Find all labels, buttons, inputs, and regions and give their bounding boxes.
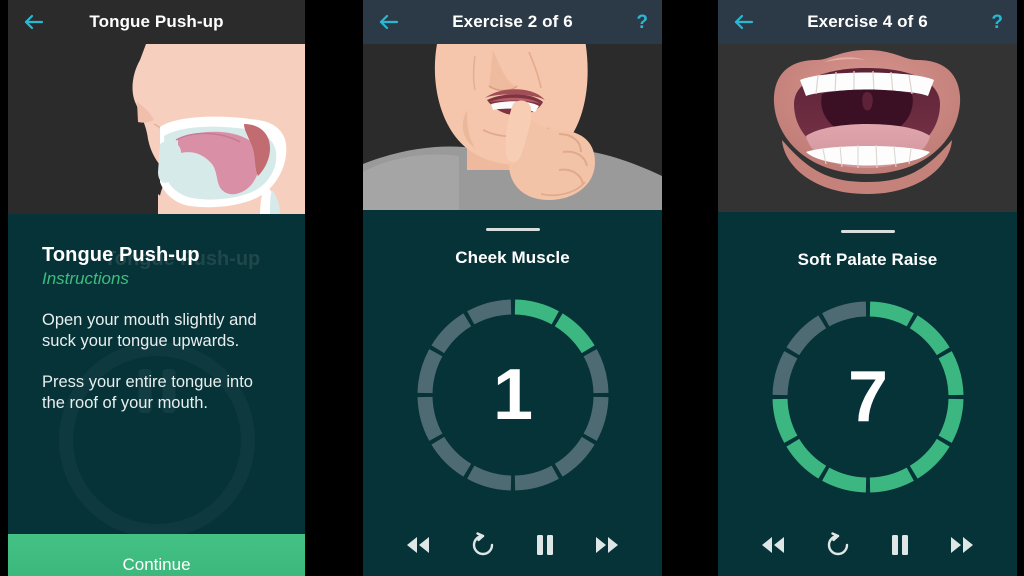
playback-controls-2 — [363, 530, 662, 560]
exercise-2-screen: Exercise 2 of 6 ? Cheek Muscle 1 — [363, 0, 662, 576]
head-profile-tongue-anatomy-illustration — [8, 44, 305, 214]
arrow-left-icon[interactable] — [22, 10, 46, 34]
timer-count: 7 — [847, 357, 888, 437]
pause-button[interactable] — [533, 532, 557, 558]
timer-count: 1 — [492, 355, 533, 435]
continue-button[interactable]: Continue — [8, 534, 305, 576]
timer-ring-4: 7 — [765, 294, 971, 500]
restart-button[interactable] — [468, 530, 498, 560]
fast-forward-button[interactable] — [947, 533, 977, 557]
rewind-button[interactable] — [758, 533, 788, 557]
exercise-title: Tongue Push-up — [42, 244, 200, 266]
arrow-left-icon[interactable] — [377, 10, 401, 34]
exercise-2-body: Cheek Muscle 1 — [363, 210, 662, 576]
exercise-4-screen: Exercise 4 of 6 ? Soft Palate Raise 7 — [718, 0, 1017, 576]
app-bar-exercise-2: Exercise 2 of 6 ? — [363, 0, 662, 44]
exercise-name: Cheek Muscle — [455, 248, 570, 267]
restart-button[interactable] — [823, 530, 853, 560]
question-mark-icon[interactable]: ? — [636, 13, 648, 32]
instructions-body: Tongue Push-up Tongue Push-up Instructio… — [8, 214, 305, 576]
open-mouth-soft-palate-illustration — [718, 44, 1017, 212]
timer-ring-2: 1 — [410, 292, 616, 498]
title-divider — [840, 230, 895, 233]
app-bar-exercise-4: Exercise 4 of 6 ? — [718, 0, 1017, 44]
question-mark-icon[interactable]: ? — [991, 13, 1003, 32]
page-title: Tongue Push-up — [89, 12, 224, 31]
person-finger-in-mouth-illustration — [363, 44, 662, 210]
pause-button[interactable] — [888, 532, 912, 558]
instructions-label: Instructions — [42, 269, 129, 288]
fast-forward-button[interactable] — [592, 533, 622, 557]
screenshot-root: Tongue Push-up Tongue Push-up Tongue Pus… — [0, 0, 1024, 576]
rewind-button[interactable] — [403, 533, 433, 557]
exercise-name: Soft Palate Raise — [797, 250, 938, 269]
page-title: Exercise 4 of 6 — [807, 12, 928, 31]
app-bar-instructions: Tongue Push-up — [8, 0, 305, 44]
playback-controls-4 — [718, 530, 1017, 560]
arrow-left-icon[interactable] — [732, 10, 756, 34]
exercise-4-body: Soft Palate Raise 7 — [718, 212, 1017, 576]
page-title: Exercise 2 of 6 — [452, 12, 573, 31]
instruction-paragraph-2: Press your entire tongue into the roof o… — [42, 373, 253, 412]
title-divider — [485, 228, 540, 231]
instructions-screen: Tongue Push-up Tongue Push-up Tongue Pus… — [8, 0, 305, 576]
instruction-paragraph-1: Open your mouth slightly and suck your t… — [42, 311, 257, 350]
